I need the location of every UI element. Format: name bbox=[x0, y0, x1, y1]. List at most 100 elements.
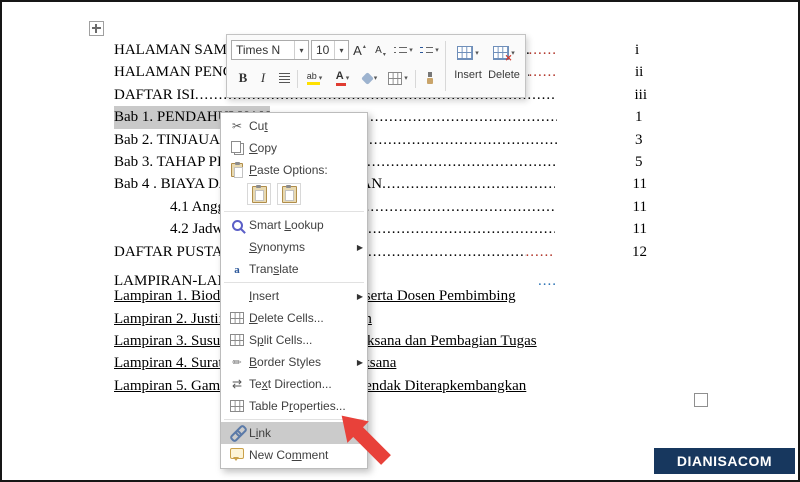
paste-keep-source-formatting-button[interactable] bbox=[247, 183, 271, 205]
leader-tail bbox=[529, 39, 558, 61]
leader-tail bbox=[538, 270, 557, 292]
grow-font-button[interactable]: A ▴ bbox=[349, 40, 370, 60]
page-number: 11 bbox=[632, 221, 647, 238]
page-number: 5 bbox=[635, 153, 643, 170]
caret-down-icon: ▾ bbox=[382, 51, 386, 58]
toc-entry: Bab 3. TAHAP PELAKSANAAN5 bbox=[114, 151, 647, 173]
toc-entry: 4.2 Jadwal Kegiatan11 bbox=[114, 218, 647, 240]
page-number: 11 bbox=[632, 198, 647, 215]
align-icon bbox=[278, 73, 290, 83]
watermark-text: DIANISACOM bbox=[676, 453, 773, 469]
menu-item-smart-lookup[interactable]: Smart Lookup bbox=[221, 214, 367, 236]
toc-entry: Lampiran 5. Gambaran Teknologi yang Hend… bbox=[114, 377, 527, 394]
chevron-down-icon: ▾ bbox=[318, 75, 323, 82]
scissors-icon bbox=[225, 119, 249, 133]
search-icon bbox=[225, 219, 249, 231]
caret-up-icon: ▴ bbox=[362, 43, 366, 50]
copy-icon bbox=[225, 141, 249, 155]
numbered-list-icon bbox=[420, 44, 434, 56]
page-number: ii bbox=[635, 64, 644, 81]
page-number: 1 bbox=[635, 109, 643, 126]
shrink-font-button[interactable]: A ▾ bbox=[371, 40, 390, 60]
border-pen-icon bbox=[225, 355, 249, 369]
page-number: 3 bbox=[635, 131, 643, 148]
numbering-button[interactable]: ▾ bbox=[417, 40, 442, 60]
font-name-select[interactable]: Times N ▾ bbox=[231, 40, 309, 60]
dianisa-watermark: DIANISACOM bbox=[654, 448, 795, 474]
insert-table-button[interactable]: ▾ Insert bbox=[451, 39, 485, 93]
red-arrow-pointer bbox=[341, 415, 391, 465]
bullet-list-icon bbox=[394, 44, 408, 56]
shading-button[interactable]: ▾ bbox=[357, 68, 383, 88]
page-number: 12 bbox=[632, 243, 647, 260]
chevron-down-icon[interactable]: ▾ bbox=[294, 41, 308, 59]
toc-entry: Lampiran 3. Susunan Organisasi Tim Pelak… bbox=[114, 333, 537, 350]
delete-table-button[interactable]: ▾ Delete bbox=[487, 39, 521, 93]
toc-entry: DAFTAR PUSTAKA12 bbox=[114, 241, 647, 263]
delete-table-icon bbox=[493, 46, 512, 64]
link-icon bbox=[225, 426, 249, 440]
menu-item-synonyms[interactable]: Synonyms ▶ bbox=[221, 236, 367, 258]
comment-icon bbox=[225, 448, 249, 461]
font-color-button[interactable]: A ▾ bbox=[330, 68, 355, 88]
menu-item-text-direction[interactable]: Text Direction... bbox=[221, 373, 367, 395]
borders-icon bbox=[388, 71, 403, 85]
form-checkbox[interactable] bbox=[694, 393, 708, 407]
toc-entry: Bab 2. TINJAUAN PUSTAKA3 bbox=[114, 129, 647, 151]
chevron-down-icon[interactable]: ▾ bbox=[334, 41, 348, 59]
submenu-arrow-icon: ▶ bbox=[356, 242, 363, 252]
page-number: iii bbox=[634, 86, 647, 103]
toc-entry: Lampiran 1. Biodata Ketua dan Anggota, s… bbox=[114, 288, 516, 305]
toc-entry: Lampiran 2. Justifikasi Anggaran Kegiata… bbox=[114, 310, 372, 327]
menu-item-insert[interactable]: Insert ▶ bbox=[221, 285, 367, 307]
chevron-down-icon: ▾ bbox=[345, 75, 350, 82]
paste-keep-text-only-button[interactable] bbox=[277, 183, 301, 205]
clipboard-icon bbox=[281, 184, 297, 203]
toolbar-separator bbox=[297, 70, 298, 88]
toc-entry: LAMPIRAN-LAMPIRAN bbox=[114, 263, 647, 289]
chevron-down-icon: ▾ bbox=[475, 50, 479, 57]
menu-separator bbox=[224, 211, 364, 212]
chevron-down-icon: ▾ bbox=[373, 75, 378, 82]
word-document-window: HALAMAN SAMPULi HALAMAN PENGESAHANii DAF… bbox=[0, 0, 800, 482]
menu-item-translate[interactable]: Translate bbox=[221, 258, 367, 280]
menu-item-split-cells[interactable]: Split Cells... bbox=[221, 329, 367, 351]
chevron-down-icon: ▾ bbox=[404, 75, 408, 82]
font-size-select[interactable]: 10 ▾ bbox=[311, 40, 349, 60]
insert-table-icon bbox=[457, 46, 474, 60]
toc-entry-selected: Bab 1. PENDAHULUAN1 bbox=[114, 106, 647, 129]
menu-item-cut[interactable]: Cut bbox=[221, 115, 367, 137]
leader-tail bbox=[526, 241, 555, 263]
submenu-arrow-icon: ▶ bbox=[356, 291, 363, 301]
text-direction-icon bbox=[225, 377, 249, 391]
toc-entry: 4.1 Anggaran Biaya11 bbox=[114, 196, 647, 218]
menu-separator bbox=[224, 282, 364, 283]
paste-options-row bbox=[221, 181, 367, 209]
clipboard-icon bbox=[225, 162, 249, 178]
borders-button[interactable]: ▾ bbox=[385, 68, 411, 88]
menu-item-copy[interactable]: Copy bbox=[221, 137, 367, 159]
align-button[interactable] bbox=[274, 68, 294, 88]
menu-item-paste-options: Paste Options: bbox=[221, 159, 367, 181]
toc-entry: Lampiran 4. Surat Pernyataan Ketua Pelak… bbox=[114, 355, 396, 372]
italic-button[interactable]: I bbox=[254, 68, 272, 88]
bold-button[interactable]: B bbox=[233, 68, 253, 88]
toolbar-separator bbox=[415, 70, 416, 88]
page-number: i bbox=[635, 42, 640, 58]
translate-icon bbox=[225, 262, 249, 276]
delete-cells-icon bbox=[225, 312, 249, 324]
shading-icon bbox=[360, 71, 374, 85]
chevron-down-icon: ▾ bbox=[409, 47, 413, 54]
submenu-arrow-icon: ▶ bbox=[356, 357, 363, 367]
menu-item-delete-cells[interactable]: Delete Cells... bbox=[221, 307, 367, 329]
dotted-leader bbox=[382, 173, 554, 195]
bullets-button[interactable]: ▾ bbox=[391, 40, 416, 60]
leader-tail bbox=[529, 61, 558, 83]
menu-item-border-styles[interactable]: Border Styles ▶ bbox=[221, 351, 367, 373]
highlight-button[interactable]: ab ▾ bbox=[301, 68, 328, 88]
format-painter-button[interactable] bbox=[419, 68, 441, 88]
table-move-handle[interactable] bbox=[89, 21, 104, 36]
format-painter-icon bbox=[425, 71, 435, 85]
chevron-down-icon: ▾ bbox=[435, 47, 439, 54]
clipboard-icon bbox=[251, 184, 267, 203]
